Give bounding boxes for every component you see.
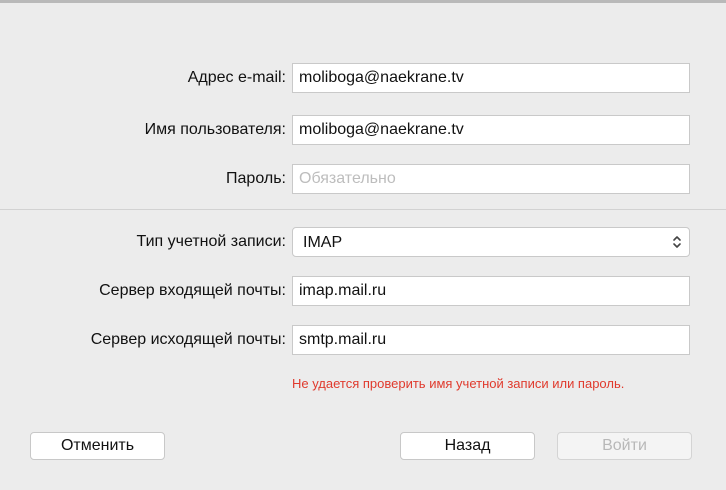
- account-type-select[interactable]: IMAP: [292, 227, 690, 257]
- verification-error-message: Не удается проверить имя учетной записи …: [292, 376, 625, 391]
- back-button[interactable]: Назад: [400, 432, 535, 460]
- chevron-up-down-icon: [673, 236, 681, 248]
- outgoing-server-field[interactable]: [292, 325, 690, 355]
- password-field[interactable]: [292, 164, 690, 194]
- account-type-label: Тип учетной записи:: [136, 233, 286, 250]
- email-label: Адрес e-mail:: [187, 69, 286, 86]
- username-field[interactable]: [292, 115, 690, 145]
- account-type-row: Тип учетной записи: IMAP: [0, 227, 726, 257]
- cancel-button[interactable]: Отменить: [30, 432, 165, 460]
- username-row: Имя пользователя:: [0, 115, 726, 145]
- section-divider: [0, 209, 726, 210]
- mail-account-setup-window: Адрес e-mail: Имя пользователя: Пароль: …: [0, 0, 726, 490]
- email-field[interactable]: [292, 63, 690, 93]
- incoming-server-label: Сервер входящей почты:: [99, 282, 286, 299]
- outgoing-server-label: Сервер исходящей почты:: [90, 331, 286, 348]
- username-label: Имя пользователя:: [144, 121, 286, 138]
- email-row: Адрес e-mail:: [0, 63, 726, 93]
- incoming-server-field[interactable]: [292, 276, 690, 306]
- password-label: Пароль:: [226, 170, 286, 187]
- sign-in-button[interactable]: Войти: [557, 432, 692, 460]
- incoming-server-row: Сервер входящей почты:: [0, 276, 726, 306]
- password-row: Пароль:: [0, 164, 726, 194]
- outgoing-server-row: Сервер исходящей почты:: [0, 325, 726, 355]
- account-type-value: IMAP: [303, 234, 343, 251]
